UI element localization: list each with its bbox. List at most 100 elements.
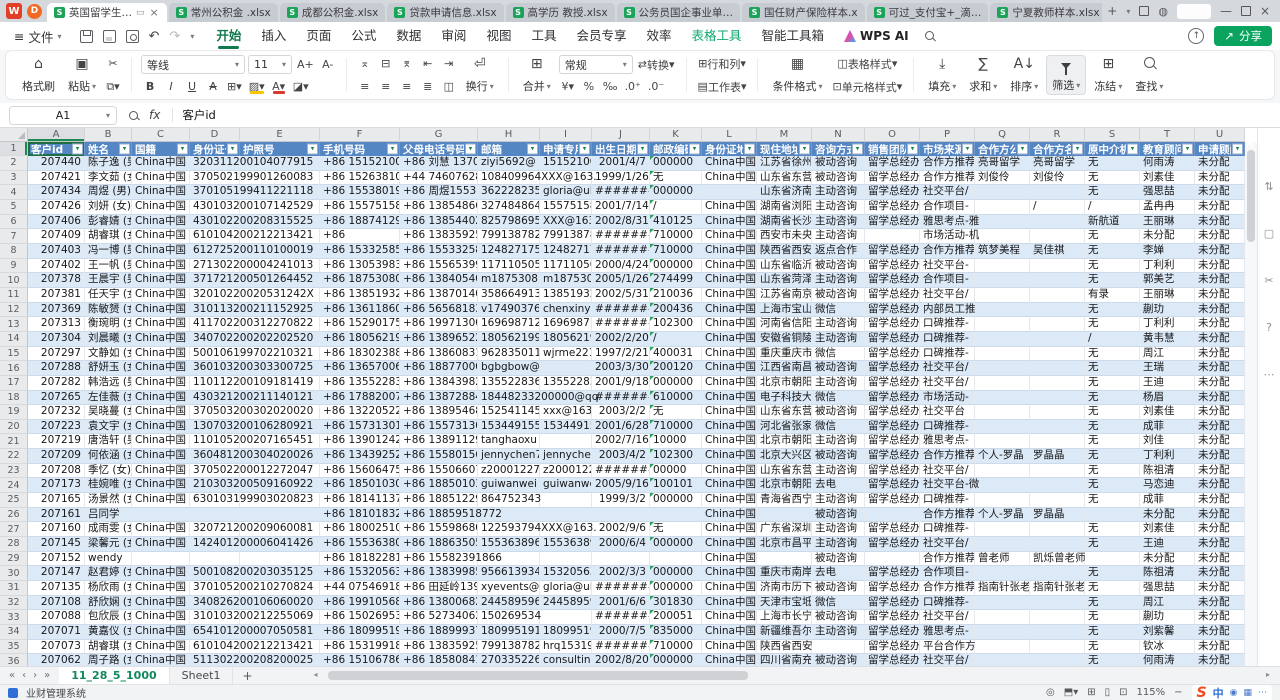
grid-cell[interactable]: 2001/4/7	[592, 156, 650, 171]
grid-cell[interactable]: +86 15565399710	[400, 259, 478, 274]
filter-dropdown-icon[interactable]: ▾	[177, 144, 188, 155]
grid-cell[interactable]: 强思喆	[1140, 185, 1195, 200]
grid-cell[interactable]: 000000	[650, 537, 702, 552]
grid-cell[interactable]: 320721200209060081	[190, 522, 240, 537]
grid-cell[interactable]: China中国	[702, 259, 757, 274]
grid-cell[interactable]: China中国	[702, 610, 757, 625]
grid-cell[interactable]: 北京市朝阳	[757, 376, 812, 391]
decrease-font-icon[interactable]: A-	[319, 56, 337, 73]
grid-cell[interactable]: 未分配	[1195, 596, 1245, 611]
grid-cell[interactable]	[975, 405, 1030, 420]
grid-cell[interactable]: 207403	[28, 244, 85, 259]
grid-cell[interactable]: 370502199901260083	[190, 171, 240, 186]
grid-cell[interactable]: 左佳薇 (女	[85, 391, 132, 406]
grid-cell[interactable]: 留学总经办	[865, 522, 920, 537]
grid-cell[interactable]: 310103200212255069	[190, 610, 240, 625]
grid-cell[interactable]: 710000	[650, 229, 702, 244]
header-cell-B[interactable]: 姓名▾	[85, 142, 132, 156]
grid-cell[interactable]: 无	[1085, 640, 1140, 655]
grid-cell[interactable]: #########	[592, 640, 650, 655]
grid-cell[interactable]: 未分配	[1140, 508, 1195, 523]
grid-cell[interactable]: 陈祖清	[1140, 464, 1195, 479]
grid-cell[interactable]	[865, 229, 920, 244]
grid-cell[interactable]: 主动咨询	[812, 522, 865, 537]
grid-cell[interactable]: +86 13552283	[320, 376, 400, 391]
grid-cell[interactable]: 799138782	[478, 229, 540, 244]
upload-cloud-icon[interactable]: ↑	[1188, 28, 1204, 44]
grid-cell[interactable]: 371721200501264452	[190, 273, 240, 288]
grid-cell[interactable]	[865, 552, 920, 567]
grid-cell[interactable]	[1030, 303, 1085, 318]
grid-cell[interactable]: hrq153199	[540, 640, 592, 655]
grid-cell[interactable]: China中国	[702, 391, 757, 406]
decrease-decimal-icon[interactable]: .0⁻	[646, 78, 666, 95]
grid-cell[interactable]: 无	[1085, 566, 1140, 581]
tab-list-chevron-icon[interactable]: ▾	[1126, 7, 1130, 16]
grid-cell[interactable]: 周江	[1140, 347, 1195, 362]
grid-cell[interactable]: 主动咨询	[812, 215, 865, 230]
column-header-N[interactable]: N	[812, 128, 865, 142]
grid-cell[interactable]: 无	[1085, 391, 1140, 406]
grid-cell[interactable]: #########	[592, 244, 650, 259]
grid-cell[interactable]: 丁利利	[1140, 259, 1195, 274]
grid-cell[interactable]: +86 17882007	[320, 391, 400, 406]
grid-cell[interactable]: 未分配	[1195, 303, 1245, 318]
grid-cell[interactable]: 无	[650, 522, 702, 537]
grid-cell[interactable]: +86 13839985047	[400, 566, 478, 581]
grid-cell[interactable]: 口碑推荐-	[920, 332, 975, 347]
grid-cell[interactable]: 主动咨询	[812, 273, 865, 288]
grid-cell[interactable]: 400031	[650, 347, 702, 362]
grid-cell[interactable]: 留学总经办	[865, 464, 920, 479]
grid-cell[interactable]: 季忆 (女)	[85, 464, 132, 479]
grid-cell[interactable]: 370105200210270824	[190, 581, 240, 596]
grid-cell[interactable]: 207062	[28, 654, 85, 666]
grid-cell[interactable]: +86 15536380	[320, 537, 400, 552]
grid-cell[interactable]: 桂婉唯 (女	[85, 478, 132, 493]
grid-cell[interactable]: 135522836	[478, 376, 540, 391]
grid-cell[interactable]: China中国	[702, 347, 757, 362]
grid-cell[interactable]: 王一帆 (男	[85, 259, 132, 274]
row-header[interactable]: 5	[0, 200, 28, 215]
grid-cell[interactable]: China中国	[702, 493, 757, 508]
grid-cell[interactable]: +86 13891129694	[400, 434, 478, 449]
convert-button[interactable]: ⇄ 转换▾	[636, 56, 677, 73]
grid-cell[interactable]: 169698712	[478, 317, 540, 332]
grid-cell[interactable]	[1030, 537, 1085, 552]
strikethrough-button[interactable]: A	[204, 78, 222, 95]
grid-cell[interactable]: 市场活动-机	[920, 229, 975, 244]
taskbar-app-icon[interactable]	[8, 688, 18, 698]
row-header[interactable]: 6	[0, 215, 28, 230]
sheet-tab[interactable]: Sheet1	[170, 667, 234, 684]
grid-cell[interactable]: 无	[1085, 522, 1140, 537]
grid-cell[interactable]: 青海省西宁	[757, 493, 812, 508]
grid-cell[interactable]: China中国	[702, 478, 757, 493]
grid-cell[interactable]: 留学总经办	[865, 581, 920, 596]
grid-cell[interactable]: 留学总经办	[865, 171, 920, 186]
grid-cell[interactable]: China中国	[702, 537, 757, 552]
grid-cell[interactable]: 王迪	[1140, 376, 1195, 391]
grid-cell[interactable]: 2003/2/2	[592, 405, 650, 420]
grid-cell[interactable]: 成菲	[1140, 493, 1195, 508]
row-header[interactable]: 19	[0, 405, 28, 420]
grid-cell[interactable]	[1085, 508, 1140, 523]
row-header[interactable]: 21	[0, 434, 28, 449]
grid-cell[interactable]: +86 刘慧 137052	[400, 156, 478, 171]
avatar[interactable]	[1177, 4, 1211, 19]
grid-cell[interactable]: 370503200302020020	[190, 405, 240, 420]
grid-cell[interactable]	[540, 508, 592, 523]
next-sheet-icon[interactable]: ›	[33, 670, 37, 681]
grid-cell[interactable]: 10000	[650, 434, 702, 449]
row-header[interactable]: 15	[0, 347, 28, 362]
grid-cell[interactable]: 200051	[650, 610, 702, 625]
grid-cell[interactable]: 合作项目-	[920, 200, 975, 215]
column-header-D[interactable]: D	[190, 128, 240, 142]
grid-cell[interactable]: 汤景然 (女	[85, 493, 132, 508]
row-header[interactable]: 14	[0, 332, 28, 347]
grid-cell[interactable]: +86 18302388	[320, 347, 400, 362]
grid-cell[interactable]: +86 18851229020	[400, 493, 478, 508]
grid-cell[interactable]: 956613934	[478, 566, 540, 581]
row-header[interactable]: 3	[0, 171, 28, 186]
grid-cell[interactable]: 主动咨询	[812, 376, 865, 391]
grid-cell[interactable]	[865, 508, 920, 523]
grid-cell[interactable]: China中国	[702, 596, 757, 611]
